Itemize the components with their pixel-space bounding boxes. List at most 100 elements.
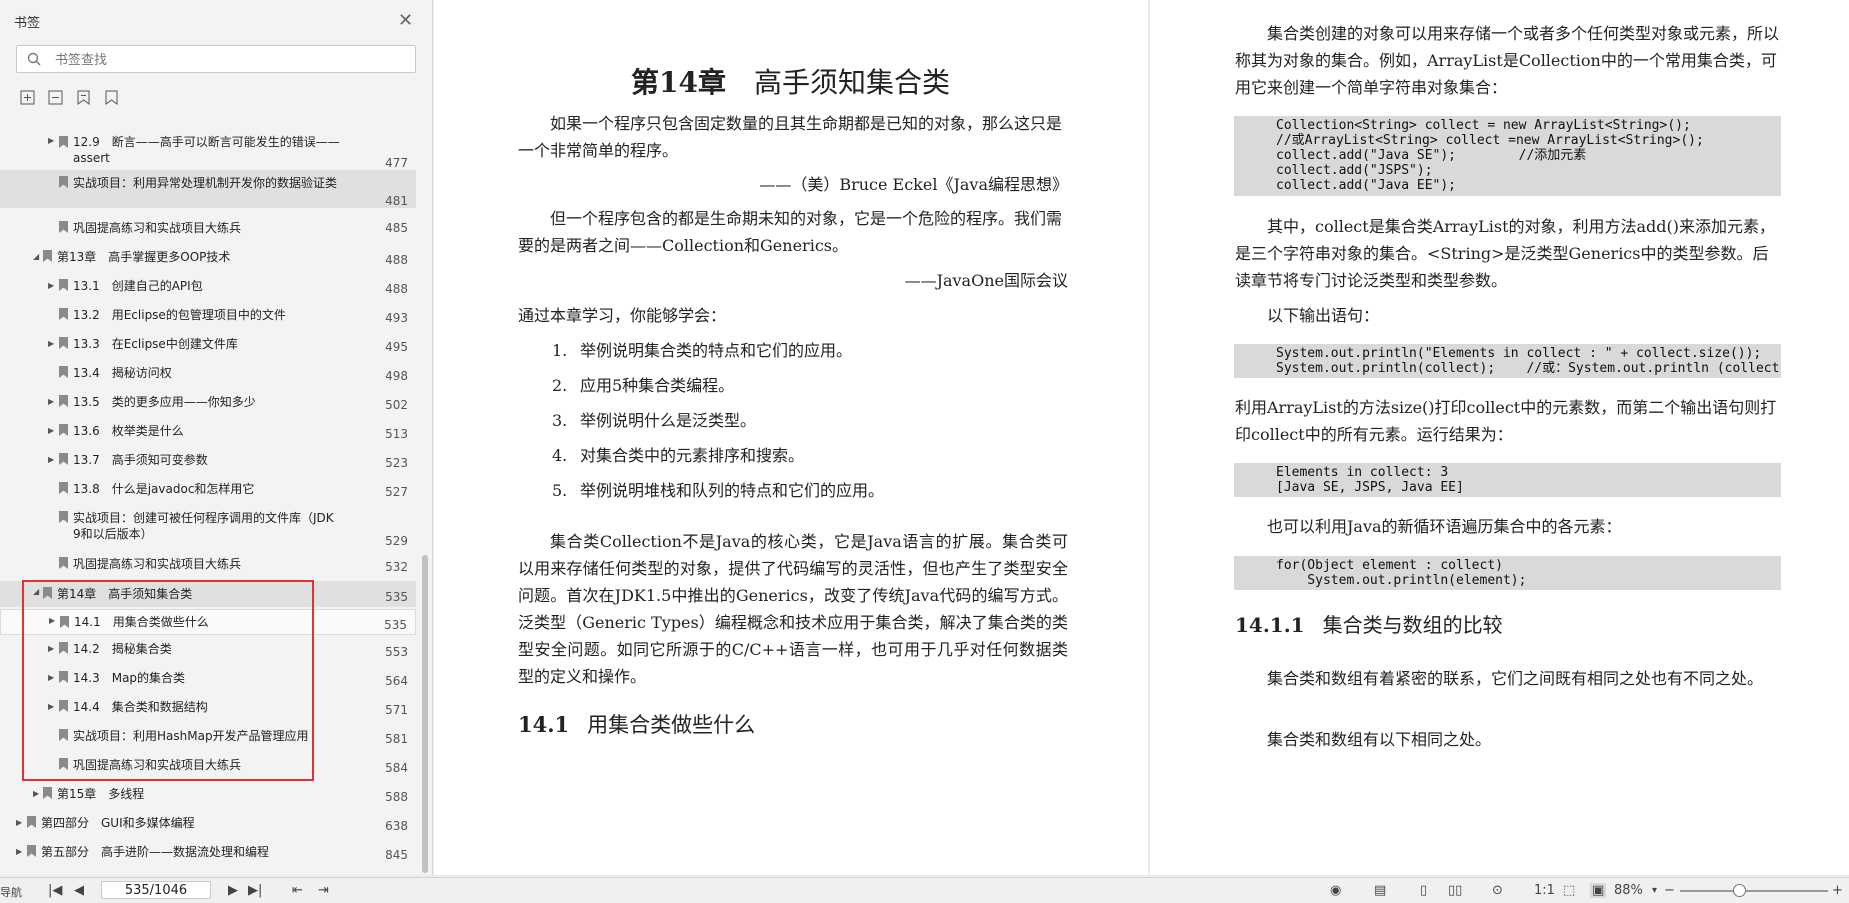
delete-bookmark-icon[interactable] bbox=[102, 88, 121, 107]
fit-width-icon[interactable]: ▤ bbox=[1374, 883, 1386, 898]
toc-item[interactable]: ▶ 第四部分 GUI和多媒体编程 638 bbox=[0, 815, 416, 837]
zoom-slider[interactable] bbox=[1680, 890, 1828, 892]
subsection-title: 集合类与数组的比较 bbox=[1322, 613, 1503, 637]
toc-item[interactable]: ◢ 第14章 高手须知集合类 535 bbox=[0, 581, 416, 607]
eye-icon[interactable]: ◉ bbox=[1330, 883, 1341, 898]
back-icon[interactable]: ⇤ bbox=[292, 883, 303, 898]
bookmark-icon bbox=[59, 729, 68, 741]
search-input[interactable] bbox=[53, 50, 407, 70]
expand-arrow-icon[interactable]: ▶ bbox=[48, 339, 56, 348]
panel-title: 书签 bbox=[14, 16, 41, 31]
expand-arrow-icon[interactable]: ▶ bbox=[33, 789, 41, 798]
chapter-title: 高手须知集合类 bbox=[753, 66, 950, 99]
bookmark-icon bbox=[59, 511, 68, 523]
toc-item-current[interactable]: ▶ 14.1 用集合类做些什么 535 bbox=[0, 609, 416, 635]
forward-icon[interactable]: ⇥ bbox=[318, 883, 329, 898]
toc-label: 第15章 多线程 bbox=[57, 787, 145, 801]
toc-label: 13.7 高手须知可变参数 bbox=[73, 453, 208, 467]
collapse-all-icon[interactable] bbox=[46, 88, 65, 107]
toc-label: 14.1 用集合类做些什么 bbox=[74, 615, 209, 629]
expand-arrow-icon[interactable]: ▶ bbox=[48, 455, 56, 464]
toc-page: 498 bbox=[385, 369, 408, 383]
expand-arrow-icon[interactable]: ▶ bbox=[16, 847, 24, 856]
toc-item[interactable]: ▶ 13.5 类的更多应用——你知多少 502 bbox=[0, 394, 416, 416]
close-icon[interactable]: ✕ bbox=[398, 10, 413, 31]
toc-item[interactable]: 13.4 揭秘访问权 498 bbox=[0, 365, 416, 387]
bookmark-panel: 书签 ✕ ▶ 12.9 断言——高手可以断言可能发生的错误——assert 47… bbox=[0, 0, 433, 875]
nav-label[interactable]: 导航 bbox=[0, 884, 22, 900]
expand-arrow-icon[interactable]: ▶ bbox=[48, 136, 56, 145]
toc-item[interactable]: 实战项目：创建可被任何程序调用的文件库（JDK 9和以后版本） 529 bbox=[0, 510, 416, 550]
toc-label: 13.3 在Eclipse中创建文件库 bbox=[73, 337, 238, 351]
collapse-arrow-icon[interactable]: ◢ bbox=[33, 252, 41, 261]
toc-label: 实战项目：利用异常处理机制开发你的数据验证类 bbox=[73, 176, 338, 190]
subsection-number: 14.1.1 bbox=[1235, 613, 1305, 637]
toc-item[interactable]: ▶ 14.4 集合类和数据结构 571 bbox=[0, 699, 416, 721]
single-page-icon[interactable]: ▯ bbox=[1420, 883, 1427, 898]
toc-label: 13.1 创建自己的API包 bbox=[73, 279, 203, 293]
toc-item[interactable]: ▶ 14.2 揭秘集合类 553 bbox=[0, 641, 416, 663]
play-icon[interactable]: ⊙ bbox=[1492, 883, 1503, 898]
expand-arrow-icon[interactable]: ▶ bbox=[49, 616, 57, 625]
add-bookmark-icon[interactable] bbox=[74, 88, 93, 107]
body-paragraph: 也可以利用Java的新循环语遍历集合中的各元素： bbox=[1267, 517, 1622, 536]
expand-arrow-icon[interactable]: ▶ bbox=[48, 426, 56, 435]
expand-arrow-icon[interactable]: ▶ bbox=[48, 397, 56, 406]
zoom-out-icon[interactable]: − bbox=[1664, 883, 1675, 898]
first-page-icon[interactable]: |◀ bbox=[48, 883, 62, 898]
zoom-slider-handle[interactable] bbox=[1733, 884, 1746, 897]
double-page-icon[interactable]: ▯▯ bbox=[1448, 883, 1462, 898]
expand-arrow-icon[interactable]: ▶ bbox=[48, 281, 56, 290]
toc-page: 488 bbox=[385, 253, 408, 267]
objective-item: 1. 举例说明集合类的特点和它们的应用。 bbox=[552, 341, 853, 360]
toc-page: 584 bbox=[385, 761, 408, 775]
fit-view-icon[interactable]: ▣ bbox=[1590, 883, 1607, 898]
expand-arrow-icon[interactable]: ▶ bbox=[48, 673, 56, 682]
toc-item[interactable]: 巩固提高练习和实战项目大练兵 532 bbox=[0, 556, 416, 578]
epigraph-2-source: ——JavaOne国际会议 bbox=[904, 271, 1068, 290]
toc-item[interactable]: ▶ 13.1 创建自己的API包 488 bbox=[0, 278, 416, 300]
toc-item[interactable]: 实战项目：利用HashMap开发产品管理应用 581 bbox=[0, 728, 416, 750]
expand-arrow-icon[interactable]: ▶ bbox=[16, 818, 24, 827]
prev-page-icon[interactable]: ◀ bbox=[74, 883, 84, 898]
toc-item[interactable]: 巩固提高练习和实战项目大练兵 584 bbox=[0, 757, 416, 779]
toc-label: 实战项目：利用HashMap开发产品管理应用 bbox=[73, 729, 309, 743]
last-page-icon[interactable]: ▶| bbox=[248, 883, 262, 898]
toc-item[interactable]: ◢ 第13章 高手掌握更多OOP技术 488 bbox=[0, 249, 416, 271]
toc-item[interactable]: ▶ 12.9 断言——高手可以断言可能发生的错误——assert 477 bbox=[0, 128, 416, 170]
bookmark-icon bbox=[59, 482, 68, 494]
actual-size-icon[interactable]: 1:1 bbox=[1534, 883, 1555, 898]
toc-label: 第13章 高手掌握更多OOP技术 bbox=[57, 250, 231, 264]
fit-page-icon[interactable]: ⬚ bbox=[1563, 883, 1575, 898]
scrollbar-thumb[interactable] bbox=[422, 555, 428, 873]
toc-item[interactable]: ▶ 第五部分 高手进阶——数据流处理和编程 845 bbox=[0, 844, 416, 866]
toc-item[interactable]: ▶ 第15章 多线程 588 bbox=[0, 786, 416, 808]
page-number-input[interactable]: 535/1046 bbox=[101, 881, 211, 899]
bookmark-icon bbox=[59, 700, 68, 712]
body-paragraph: 以下输出语句： bbox=[1267, 306, 1380, 325]
collapse-arrow-icon[interactable]: ◢ bbox=[33, 587, 41, 596]
toc-item[interactable]: ▶ 13.6 枚举类是什么 513 bbox=[0, 423, 416, 445]
toc-page: 481 bbox=[385, 194, 408, 208]
toc-label: 第四部分 GUI和多媒体编程 bbox=[41, 816, 195, 830]
toc-item[interactable]: ▶ 13.3 在Eclipse中创建文件库 495 bbox=[0, 336, 416, 358]
zoom-in-icon[interactable]: + bbox=[1832, 883, 1843, 898]
expand-arrow-icon[interactable]: ▶ bbox=[48, 644, 56, 653]
toc-label: 巩固提高练习和实战项目大练兵 bbox=[73, 221, 242, 235]
toc-item[interactable]: ▶ 14.3 Map的集合类 564 bbox=[0, 670, 416, 692]
expand-all-icon[interactable] bbox=[18, 88, 37, 107]
status-bar: 导航 |◀ ◀ 535/1046 ▶ ▶| ⇤ ⇥ ◉ ▤ ▯ ▯▯ ⊙ 1:1… bbox=[0, 877, 1849, 903]
toc-label: 巩固提高练习和实战项目大练兵 bbox=[73, 557, 242, 571]
next-page-icon[interactable]: ▶ bbox=[228, 883, 238, 898]
toc-item[interactable]: 13.2 用Eclipse的包管理项目中的文件 493 bbox=[0, 307, 416, 329]
toc-item[interactable]: 实战项目：利用异常处理机制开发你的数据验证类 481 bbox=[0, 170, 416, 208]
toc-item[interactable]: 巩固提高练习和实战项目大练兵 485 bbox=[0, 220, 416, 242]
zoom-dropdown-icon[interactable]: ▾ bbox=[1652, 885, 1657, 896]
toc-label: 巩固提高练习和实战项目大练兵 bbox=[73, 758, 242, 772]
zoom-level[interactable]: 88% bbox=[1614, 883, 1643, 898]
toc-item[interactable]: 13.8 什么是javadoc和怎样用它 527 bbox=[0, 481, 416, 503]
expand-arrow-icon[interactable]: ▶ bbox=[48, 702, 56, 711]
toc-item[interactable]: ▶ 13.7 高手须知可变参数 523 bbox=[0, 452, 416, 474]
bookmark-search[interactable] bbox=[16, 45, 416, 73]
toc-page: 488 bbox=[385, 282, 408, 296]
